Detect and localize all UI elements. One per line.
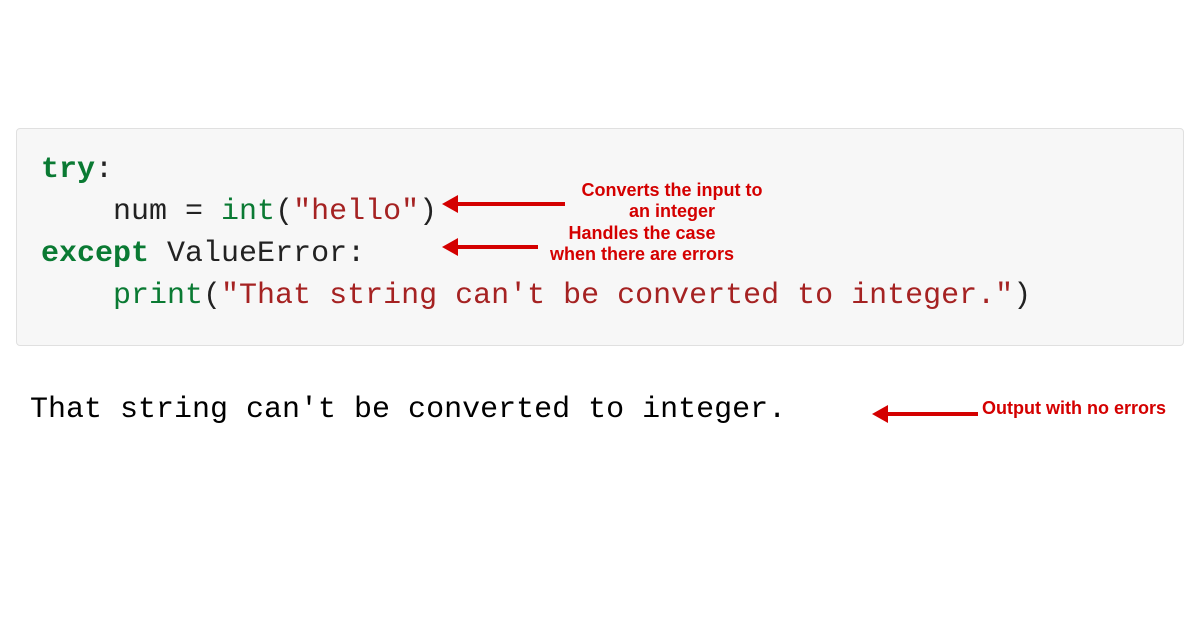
function-print: print: [113, 279, 203, 313]
keyword-except: except: [41, 237, 149, 271]
close-paren: ): [1013, 279, 1031, 313]
indent: [41, 195, 113, 229]
annotation-output-text: Output with no errors: [982, 398, 1166, 418]
open-paren: (: [275, 195, 293, 229]
equals: =: [167, 195, 221, 229]
colon: :: [95, 153, 113, 187]
annotation-handles: Handles the case when there are errors: [542, 223, 742, 264]
annotation-output: Output with no errors: [982, 398, 1182, 419]
annotation-handles-line2: when there are errors: [550, 244, 734, 264]
keyword-try: try: [41, 153, 95, 187]
annotation-convert-line1: Converts the input to: [582, 180, 763, 200]
indent: [41, 279, 113, 313]
output-text: That string can't be converted to intege…: [30, 393, 786, 427]
string-hello: "hello": [293, 195, 419, 229]
string-message: "That string can't be converted to integ…: [221, 279, 1013, 313]
arrow-icon: [872, 405, 978, 423]
arrow-icon: [442, 195, 565, 213]
function-int: int: [221, 195, 275, 229]
space: [149, 237, 167, 271]
identifier-num: num: [113, 195, 167, 229]
close-paren: ): [419, 195, 437, 229]
annotation-convert: Converts the input to an integer: [572, 180, 772, 221]
code-line-4: print("That string can't be converted to…: [41, 275, 1159, 317]
annotation-convert-line2: an integer: [629, 201, 715, 221]
arrow-icon: [442, 238, 538, 256]
colon: :: [347, 237, 365, 271]
identifier-valueerror: ValueError: [167, 237, 347, 271]
open-paren: (: [203, 279, 221, 313]
annotation-handles-line1: Handles the case: [568, 223, 715, 243]
